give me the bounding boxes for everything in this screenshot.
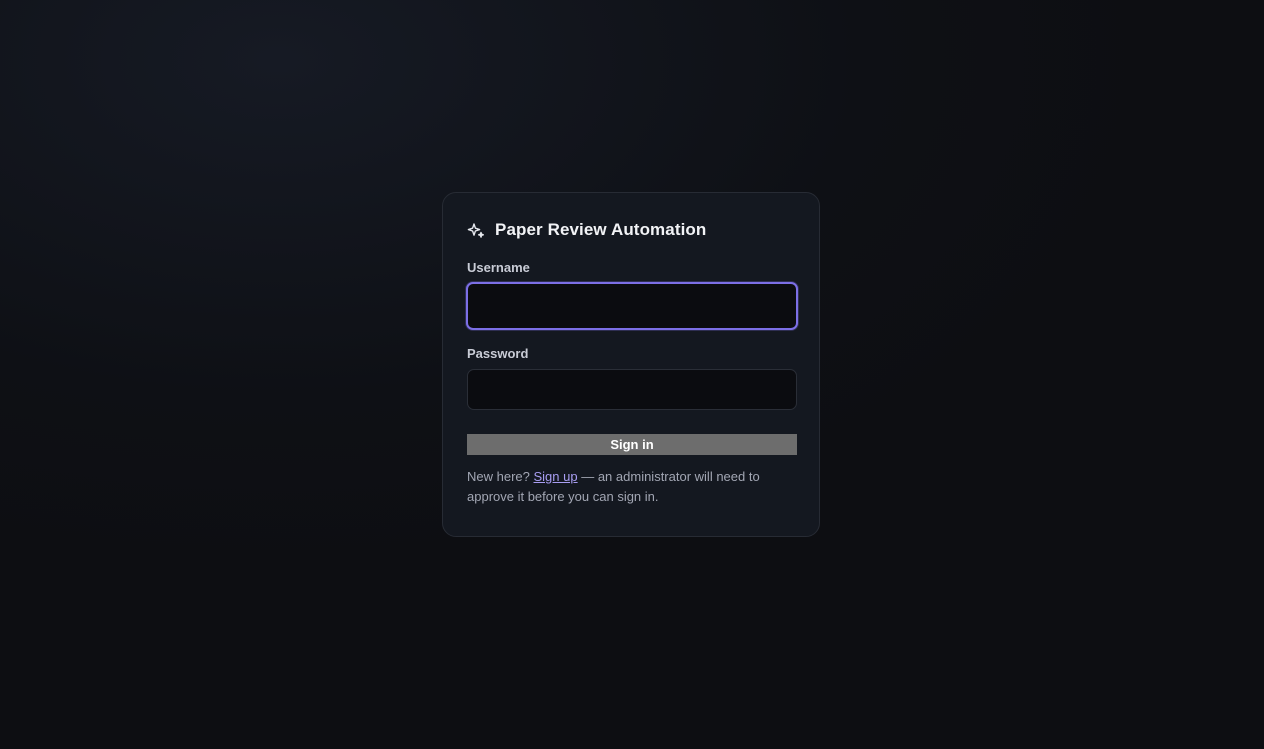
brand-header: Paper Review Automation	[467, 217, 795, 243]
sign-up-link[interactable]: Sign up	[534, 469, 578, 484]
signup-hint-prefix: New here?	[467, 469, 530, 484]
password-input[interactable]	[467, 369, 797, 410]
signup-hint: New here? Sign up — an administrator wil…	[467, 467, 795, 507]
app-title: Paper Review Automation	[495, 220, 707, 239]
username-input[interactable]	[466, 282, 798, 330]
sparkle-icon	[467, 221, 485, 239]
sign-in-button[interactable]: Sign in	[467, 434, 797, 455]
password-label: Password	[467, 346, 529, 361]
username-label: Username	[467, 260, 530, 275]
login-card: Paper Review Automation Username Passwor…	[442, 192, 820, 537]
